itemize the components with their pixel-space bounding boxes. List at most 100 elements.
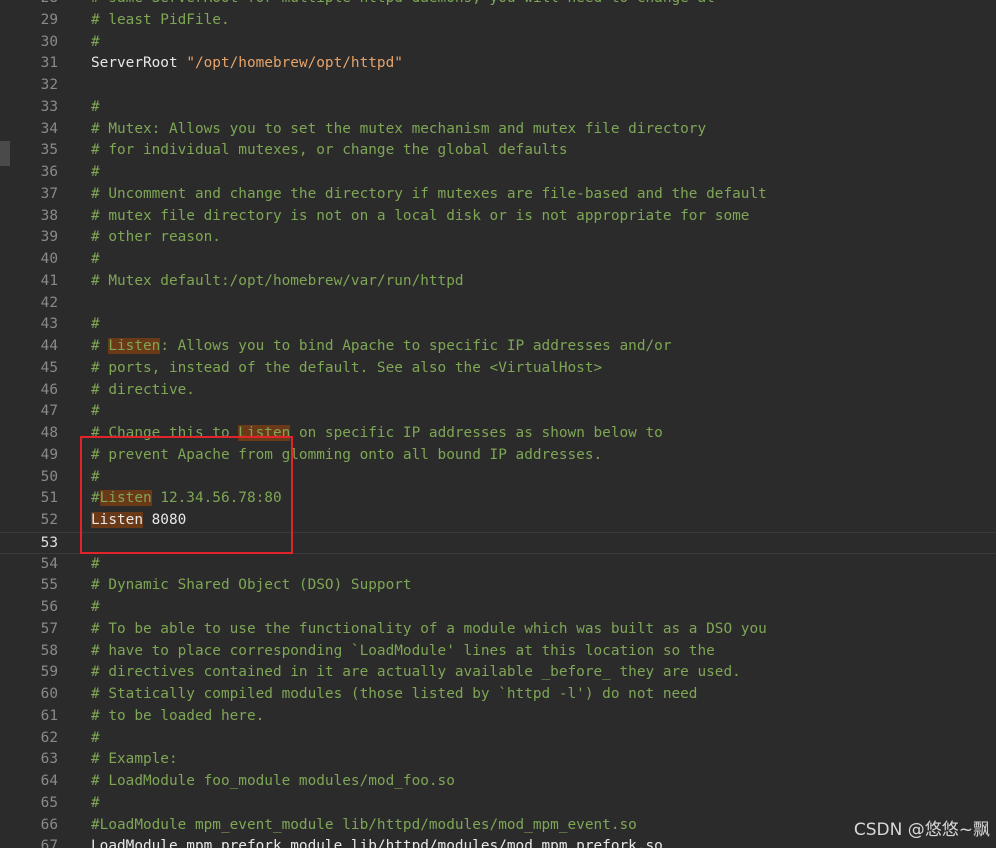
code-line[interactable]: 48 # Change this to Listen on specific IP… (0, 423, 996, 445)
code-token: # (91, 403, 100, 420)
code-line[interactable]: 29 # least PidFile. (0, 10, 996, 32)
line-number: 59 (40, 664, 58, 681)
editor-lines[interactable]: 28 # same ServerRoot for multiple httpd d… (0, 0, 996, 848)
code-token: # least PidFile. (91, 11, 230, 28)
line-code[interactable]: Listen 8080 (91, 510, 186, 532)
code-line[interactable]: 35 # for individual mutexes, or change th… (0, 140, 996, 162)
line-code[interactable]: # directives contained in it are actuall… (91, 662, 741, 684)
line-code[interactable]: # (91, 97, 100, 119)
code-line[interactable]: 40 # (0, 249, 996, 271)
line-code[interactable]: # Mutex: Allows you to set the mutex mec… (91, 119, 706, 141)
line-code[interactable]: # for individual mutexes, or change the … (91, 140, 568, 162)
line-code[interactable]: # have to place corresponding `LoadModul… (91, 641, 715, 663)
line-number: 63 (40, 751, 58, 768)
code-editor[interactable]: 28 # same ServerRoot for multiple httpd d… (0, 0, 996, 848)
code-line[interactable]: 51 #Listen 12.34.56.78:80 (0, 488, 996, 510)
line-code[interactable]: # LoadModule foo_module modules/mod_foo.… (91, 771, 455, 793)
code-line[interactable]: 65 # (0, 793, 996, 815)
line-code[interactable]: # To be able to use the functionality of… (91, 619, 767, 641)
line-code[interactable]: # Uncomment and change the directory if … (91, 184, 767, 206)
line-number: 61 (40, 707, 58, 724)
code-token: # (91, 164, 100, 180)
code-line[interactable]: 49 # prevent Apache from glomming onto al… (0, 445, 996, 467)
code-line[interactable]: 41 # Mutex default:/opt/homebrew/var/run/… (0, 271, 996, 293)
line-code[interactable]: # Statically compiled modules (those lis… (91, 684, 697, 706)
code-token: # mutex file directory is not on a local… (91, 207, 750, 224)
code-token: # Mutex: Allows you to set the mutex mec… (91, 120, 707, 137)
code-line[interactable]: 61 # to be loaded here. (0, 706, 996, 728)
code-line[interactable]: 31 ServerRoot "/opt/homebrew/opt/httpd" (0, 53, 996, 75)
search-match-token: Listen (108, 338, 161, 354)
line-code[interactable]: # other reason. (91, 227, 221, 249)
line-code[interactable]: # Listen: Allows you to bind Apache to s… (91, 336, 671, 358)
code-token: # (91, 599, 100, 615)
code-line[interactable]: 62 # (0, 728, 996, 750)
code-line[interactable]: 45 # ports, instead of the default. See a… (0, 358, 996, 380)
line-code[interactable]: # least PidFile. (91, 10, 230, 32)
line-code[interactable]: #LoadModule mpm_event_module lib/httpd/m… (91, 815, 637, 837)
code-line[interactable]: 47 # (0, 401, 996, 423)
line-code[interactable]: # prevent Apache from glomming onto all … (91, 445, 602, 467)
line-code[interactable]: ServerRoot "/opt/homebrew/opt/httpd" (91, 53, 403, 75)
code-line[interactable]: 54 # (0, 554, 996, 576)
code-line[interactable]: 60 # Statically compiled modules (those l… (0, 684, 996, 706)
code-line[interactable]: 55 # Dynamic Shared Object (DSO) Support (0, 575, 996, 597)
line-number: 57 (40, 620, 58, 637)
code-line[interactable]: 66 #LoadModule mpm_event_module lib/httpd… (0, 815, 996, 837)
line-code[interactable]: # (91, 249, 100, 271)
line-code[interactable]: # (91, 401, 100, 423)
code-line[interactable]: 50 # (0, 467, 996, 489)
code-line[interactable]: 56 # (0, 597, 996, 619)
line-code[interactable]: # (91, 32, 100, 54)
line-code[interactable]: # (91, 554, 100, 576)
code-line[interactable]: 38 # mutex file directory is not on a loc… (0, 206, 996, 228)
line-code[interactable]: # Change this to Listen on specific IP a… (91, 423, 663, 445)
code-line[interactable]: 67 LoadModule mpm_prefork_module lib/http… (0, 836, 996, 848)
line-code[interactable]: # Mutex default:/opt/homebrew/var/run/ht… (91, 271, 464, 293)
code-token: # (91, 490, 100, 507)
code-line[interactable]: 30 # (0, 32, 996, 54)
code-line[interactable]: 43 # (0, 314, 996, 336)
code-line[interactable]: 34 # Mutex: Allows you to set the mutex m… (0, 119, 996, 141)
line-code[interactable]: # Example: (91, 749, 178, 771)
line-code[interactable]: # to be loaded here. (91, 706, 264, 728)
code-line[interactable]: 46 # directive. (0, 380, 996, 402)
line-code[interactable]: LoadModule mpm_prefork_module lib/httpd/… (91, 836, 663, 848)
line-number: 45 (40, 359, 58, 376)
code-token: # Example: (91, 751, 178, 768)
code-line[interactable]: 59 # directives contained in it are actua… (0, 662, 996, 684)
code-token: #LoadModule mpm_event_module lib/httpd/m… (91, 816, 637, 833)
line-code[interactable]: # ports, instead of the default. See als… (91, 358, 602, 380)
line-number: 33 (40, 98, 58, 115)
code-line[interactable]: 39 # other reason. (0, 227, 996, 249)
code-line[interactable]: 57 # To be able to use the functionality … (0, 619, 996, 641)
line-code[interactable]: # directive. (91, 380, 195, 402)
code-line[interactable]: 63 # Example: (0, 749, 996, 771)
code-line[interactable]: 52 Listen 8080 (0, 510, 996, 532)
line-code[interactable]: # same ServerRoot for multiple httpd dae… (91, 0, 715, 10)
line-code[interactable]: # (91, 314, 100, 336)
code-line[interactable]: 53 (0, 531, 996, 554)
code-line[interactable]: 44 # Listen: Allows you to bind Apache to… (0, 336, 996, 358)
line-code[interactable]: # (91, 728, 100, 750)
code-token: # To be able to use the functionality of… (91, 620, 767, 637)
code-line[interactable]: 36 # (0, 162, 996, 184)
search-match-token: Listen (99, 490, 152, 507)
line-code[interactable]: # (91, 467, 100, 489)
code-line[interactable]: 42 (0, 293, 996, 315)
code-line[interactable]: 37 # Uncomment and change the directory i… (0, 184, 996, 206)
code-line[interactable]: 58 # have to place corresponding `LoadMod… (0, 641, 996, 663)
line-code[interactable]: # (91, 793, 100, 815)
line-code[interactable]: # Dynamic Shared Object (DSO) Support (91, 575, 412, 597)
line-code[interactable]: #Listen 12.34.56.78:80 (91, 488, 282, 510)
code-token: : Allows you to bind Apache to specific … (160, 338, 672, 354)
line-number: 51 (40, 490, 58, 507)
code-line[interactable]: 28 # same ServerRoot for multiple httpd d… (0, 0, 996, 10)
code-line[interactable]: 64 # LoadModule foo_module modules/mod_fo… (0, 771, 996, 793)
code-line[interactable]: 32 (0, 75, 996, 97)
line-code[interactable]: # (91, 162, 100, 184)
line-code[interactable]: # (91, 597, 100, 619)
code-token: # to be loaded here. (91, 707, 265, 724)
code-line[interactable]: 33 # (0, 97, 996, 119)
line-code[interactable]: # mutex file directory is not on a local… (91, 206, 749, 228)
